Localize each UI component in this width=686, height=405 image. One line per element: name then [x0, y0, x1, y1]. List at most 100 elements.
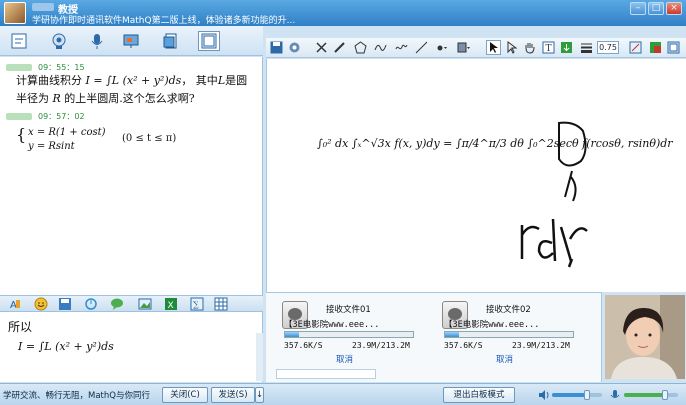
- speaker-volume-slider[interactable]: [552, 390, 602, 400]
- send-button[interactable]: 发送(S): [211, 387, 255, 403]
- message-time: 09：57：02: [38, 112, 85, 121]
- horizontal-scrollbar[interactable]: [276, 369, 376, 379]
- input-text: 所以: [8, 320, 33, 334]
- zoom-input[interactable]: 0.75: [597, 41, 619, 54]
- file-transfer-item: 接收文件01 【3E电影院www.eee... 357.6K/S 23.9M/2…: [266, 299, 426, 379]
- microphone-icon[interactable]: [86, 31, 108, 51]
- formula-icon[interactable]: ∑: [190, 297, 204, 311]
- save-icon[interactable]: [269, 40, 284, 55]
- shape-fill-icon[interactable]: [456, 40, 471, 55]
- edit-icon[interactable]: [628, 40, 643, 55]
- exit-whiteboard-button[interactable]: 退出白板模式: [443, 387, 515, 403]
- board-mode-icon[interactable]: [198, 31, 220, 51]
- fullscreen-icon[interactable]: [666, 40, 681, 55]
- avatar[interactable]: [4, 2, 26, 24]
- text-tool-icon[interactable]: T: [541, 40, 556, 55]
- announcement-text[interactable]: 学研协作即时通讯软件MathQ第二版上线，体验诸多新功能的升...: [32, 13, 295, 26]
- message-text: 计算曲线积分 I = ∫L (x² + y²)ds， 其中L是圆: [16, 74, 248, 87]
- slogan-text: 学研交流、畅行无阻，MathQ与你同行: [3, 391, 150, 401]
- freehand-icon[interactable]: [394, 40, 409, 55]
- bottom-bar: 学研交流、畅行无阻，MathQ与你同行 关闭(C) 发送(S) ↓ 退出白板模式: [0, 383, 686, 405]
- sender-name-blurred: [6, 113, 32, 120]
- screenshot-icon[interactable]: [84, 297, 98, 311]
- input-scrollbar[interactable]: [256, 333, 263, 381]
- file-name: 接收文件01: [326, 305, 371, 315]
- table-icon[interactable]: [214, 297, 228, 311]
- handwriting-strokes: [520, 121, 588, 268]
- speaker-icon[interactable]: [538, 389, 550, 404]
- whiteboard-icon[interactable]: [8, 31, 30, 51]
- sender-name-blurred: [6, 64, 32, 71]
- param-y: y = Rsint: [28, 141, 75, 152]
- message-text-line2: 半径为 R 的上半圆周.这个怎么求啊?: [16, 92, 195, 105]
- progress-fill: [445, 332, 460, 337]
- select-arrow-icon[interactable]: [486, 40, 501, 55]
- message-meta: 09：57：02: [6, 111, 85, 122]
- video-panel: [601, 292, 686, 382]
- brace: {: [16, 125, 27, 144]
- speaker-volume-knob[interactable]: [584, 390, 590, 400]
- svg-text:∑: ∑: [193, 300, 199, 309]
- font-icon[interactable]: A: [8, 297, 22, 311]
- save-icon[interactable]: [58, 297, 72, 311]
- file-transfer-panel: 接收文件01 【3E电影院www.eee... 357.6K/S 23.9M/2…: [266, 292, 601, 382]
- minimize-button[interactable]: –: [630, 2, 646, 15]
- chat-toolbar: [0, 26, 263, 56]
- speaker-volume-fill: [552, 393, 587, 397]
- file-title: 【3E电影院www.eee...: [444, 320, 540, 330]
- import-icon[interactable]: [559, 40, 574, 55]
- transfer-size: 23.9M/213.2M: [352, 341, 410, 350]
- message-input[interactable]: 所以 I = ∫L (x² + y²)ds: [0, 312, 263, 382]
- chat-history[interactable]: 09：55：15 计算曲线积分 I = ∫L (x² + y²)ds， 其中L是…: [0, 57, 263, 295]
- file-name: 接收文件02: [486, 305, 531, 315]
- transfer-speed: 357.6K/S: [444, 341, 483, 350]
- whiteboard-canvas[interactable]: ∫₀² dx ∫ₓ^√3x f(x, y)dy = ∫π/4^π/3 dθ ∫₀…: [266, 59, 686, 292]
- delete-icon[interactable]: [314, 40, 329, 55]
- mic-volume-fill: [624, 393, 665, 397]
- cancel-link[interactable]: 取消: [336, 353, 353, 365]
- send-options-button[interactable]: ↓: [255, 387, 264, 403]
- mic-volume-knob[interactable]: [661, 390, 668, 400]
- input-toolbar: A X ∑: [0, 295, 263, 312]
- progress-fill: [285, 332, 300, 337]
- svg-text:T: T: [546, 44, 552, 54]
- maximize-button[interactable]: □: [648, 2, 664, 15]
- excel-icon[interactable]: X: [164, 297, 178, 311]
- svg-text:A: A: [10, 300, 17, 311]
- microphone-icon[interactable]: [609, 389, 621, 404]
- transfer-speed: 357.6K/S: [284, 341, 323, 350]
- color-picker-icon[interactable]: [648, 40, 663, 55]
- param-x: x = R(1 + cost): [28, 127, 106, 138]
- message-time: 09：55：15: [38, 63, 85, 72]
- file-title: 【3E电影院www.eee...: [284, 320, 380, 330]
- chat-bubble-icon[interactable]: [110, 297, 124, 311]
- emoji-icon[interactable]: [34, 297, 48, 311]
- close-window-button[interactable]: ×: [666, 2, 682, 15]
- line-icon[interactable]: [414, 40, 429, 55]
- video-feed[interactable]: [605, 295, 685, 379]
- line-width-icon[interactable]: [579, 40, 594, 55]
- pencil-icon[interactable]: [332, 40, 347, 55]
- settings-icon[interactable]: [287, 40, 302, 55]
- curve-icon[interactable]: [373, 40, 388, 55]
- close-chat-button[interactable]: 关闭(C): [162, 387, 208, 403]
- screen-share-icon[interactable]: [120, 31, 142, 51]
- hand-icon[interactable]: [522, 40, 537, 55]
- progress-bar: [444, 331, 574, 338]
- user-name-blurred: [32, 3, 54, 11]
- mic-volume-slider[interactable]: [624, 390, 678, 400]
- camera-icon[interactable]: [48, 31, 70, 51]
- param-range: (0 ≤ t ≤ π): [122, 133, 177, 144]
- whiteboard-toolbar: T 0.75: [266, 38, 686, 58]
- image-icon[interactable]: [138, 297, 152, 311]
- point-icon[interactable]: [434, 40, 449, 55]
- file-transfer-item: 接收文件02 【3E电影院www.eee... 357.6K/S 23.9M/2…: [426, 299, 586, 379]
- transfer-size: 23.9M/213.2M: [512, 341, 570, 350]
- polygon-icon[interactable]: [353, 40, 368, 55]
- document-icon[interactable]: [160, 31, 182, 51]
- progress-bar: [284, 331, 414, 338]
- cancel-link[interactable]: 取消: [496, 353, 513, 365]
- title-bar: 教授 学研协作即时通讯软件MathQ第二版上线，体验诸多新功能的升... – □…: [0, 0, 686, 26]
- pointer-icon[interactable]: [504, 40, 519, 55]
- svg-text:X: X: [168, 301, 174, 311]
